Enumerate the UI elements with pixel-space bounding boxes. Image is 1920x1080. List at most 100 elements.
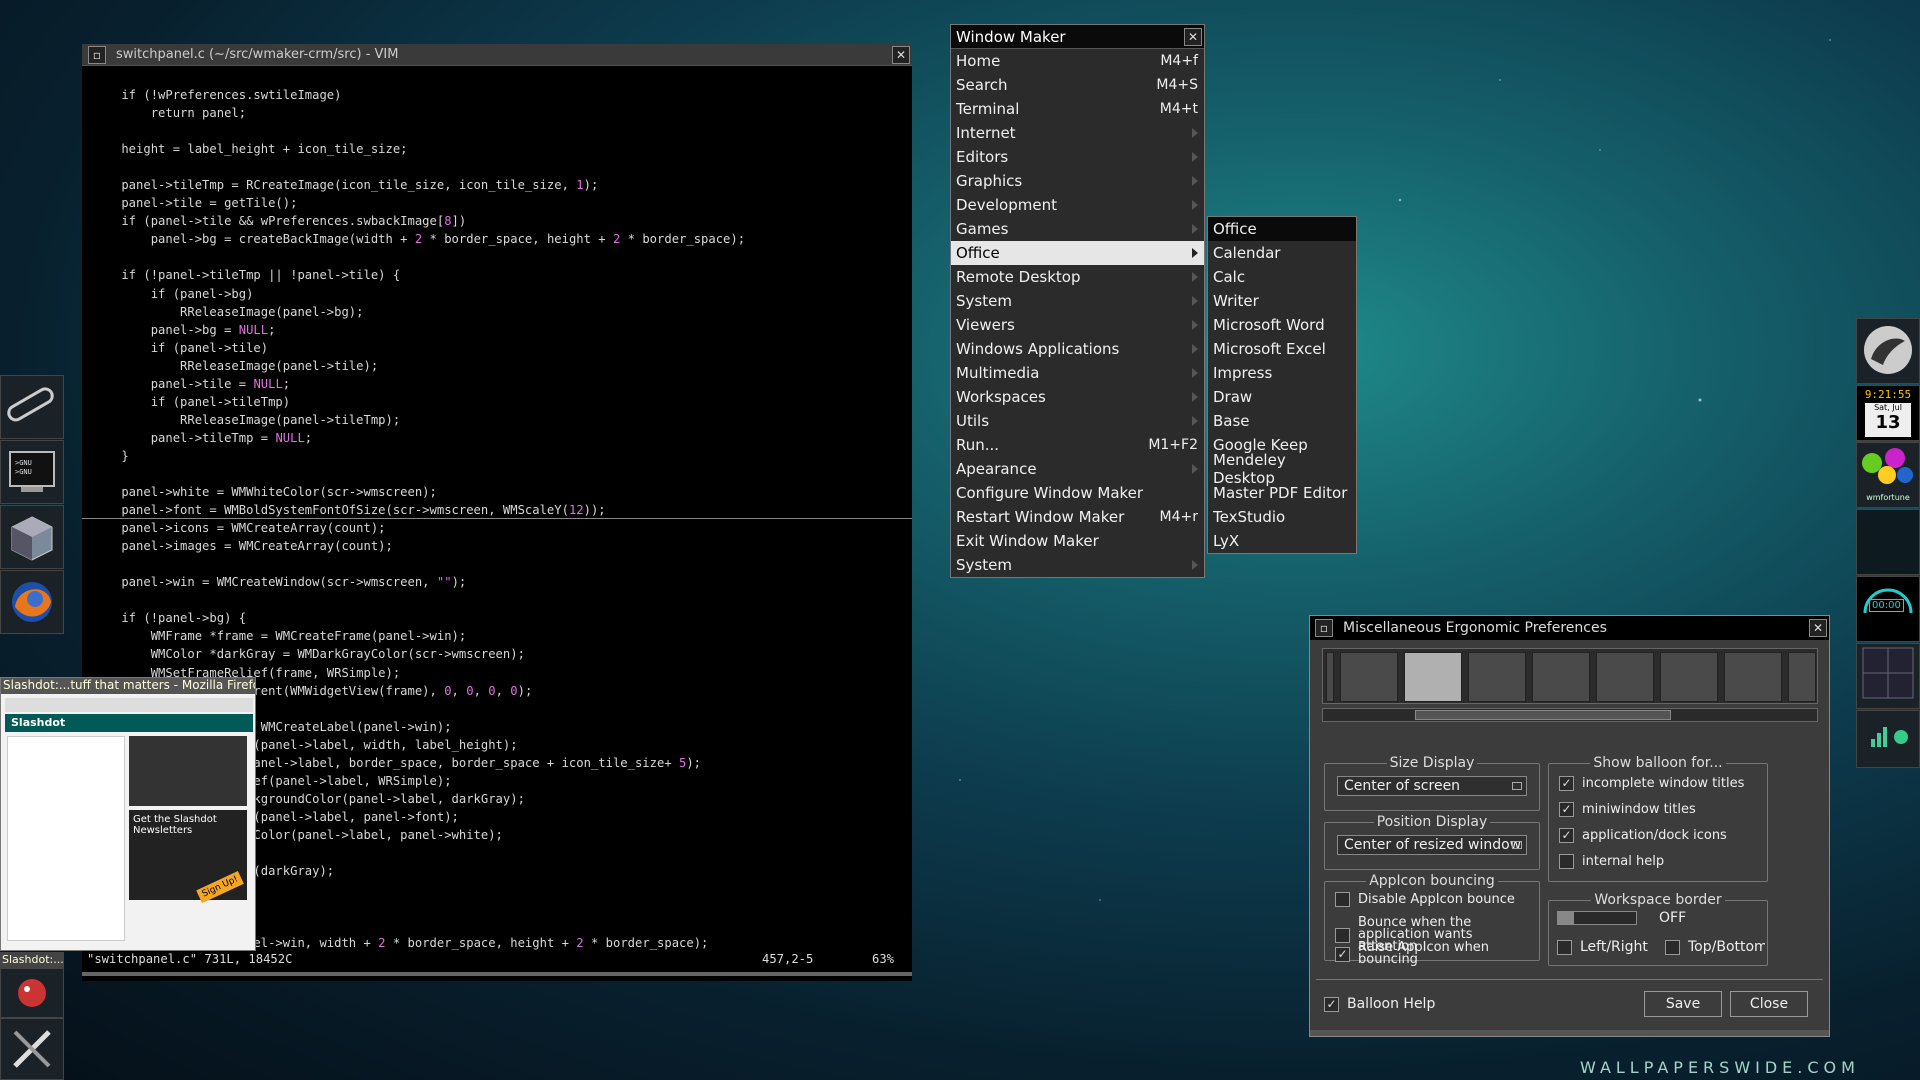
submenu-item-mendeley-desktop[interactable]: Mendeley Desktop bbox=[1208, 451, 1356, 487]
firefox-miniwindow[interactable]: Slashdot:...tuff that matters - Mozilla … bbox=[0, 677, 256, 951]
slider-knob[interactable] bbox=[1558, 912, 1574, 924]
dock-timer[interactable]: 00:00 bbox=[1856, 576, 1920, 642]
menu-item-utils[interactable]: Utils bbox=[951, 409, 1204, 433]
icon-scrollbar[interactable] bbox=[1322, 708, 1818, 722]
checkbox-box[interactable] bbox=[1559, 854, 1574, 869]
submenu-item-calendar[interactable]: Calendar bbox=[1208, 241, 1356, 265]
option-checkbox[interactable]: ✓ incomplete window titles bbox=[1559, 776, 1762, 791]
checkbox-box[interactable] bbox=[1335, 927, 1350, 943]
checkbox-box[interactable]: ✓ bbox=[1335, 946, 1350, 962]
option-checkbox[interactable]: ✓ application/dock icons bbox=[1559, 828, 1762, 843]
dock-mascot[interactable] bbox=[0, 968, 64, 1018]
vim-titlebar[interactable]: ▫ switchpanel.c (~/src/wmaker-crm/src) -… bbox=[82, 44, 912, 66]
checkbox-box[interactable]: ✓ bbox=[1324, 996, 1339, 1012]
dock-blank[interactable] bbox=[1856, 509, 1920, 575]
submenu-item-base[interactable]: Base bbox=[1208, 409, 1356, 433]
prefs-icon-strip[interactable] bbox=[1322, 648, 1818, 704]
dock-clip[interactable] bbox=[0, 375, 64, 439]
submenu-item-lyx[interactable]: LyX bbox=[1208, 529, 1356, 553]
checkbox-box[interactable] bbox=[1335, 892, 1350, 907]
prefs-titlebar[interactable]: ▫ Miscellaneous Ergonomic Preferences ✕ bbox=[1310, 616, 1829, 640]
office-submenu[interactable]: Office Calendar Calc Writer Microsoft Word M… bbox=[1207, 216, 1357, 554]
checkbox-box[interactable] bbox=[1665, 939, 1680, 955]
scrollbar-thumb[interactable] bbox=[1415, 710, 1671, 720]
menu-item-editors[interactable]: Editors bbox=[951, 145, 1204, 169]
option-checkbox[interactable]: ✓ miniwindow titles bbox=[1559, 802, 1762, 817]
top-bottom-label: Top/Bottom bbox=[1688, 939, 1765, 955]
miniaturize-button[interactable]: ▫ bbox=[88, 45, 106, 64]
section-icon-applications[interactable] bbox=[1724, 652, 1782, 702]
section-icon-icons[interactable] bbox=[1468, 652, 1526, 702]
section-icon-menu[interactable] bbox=[1596, 652, 1654, 702]
submenu-item-microsoft-excel[interactable]: Microsoft Excel bbox=[1208, 337, 1356, 361]
menu-item-run[interactable]: Run... M1+F2 bbox=[951, 433, 1204, 457]
menu-item-internet[interactable]: Internet bbox=[951, 121, 1204, 145]
dock-cube[interactable] bbox=[0, 505, 64, 569]
dock-pager[interactable] bbox=[1856, 643, 1920, 709]
submenu-item-writer[interactable]: Writer bbox=[1208, 289, 1356, 313]
dock-clock[interactable]: 9:21:55 Sat, Jul 13 bbox=[1856, 385, 1920, 441]
menu-item-home[interactable]: Home M4+f bbox=[951, 49, 1204, 73]
dock-wmaker[interactable] bbox=[1856, 318, 1920, 384]
close-button[interactable]: ✕ bbox=[892, 46, 910, 64]
size-display-select[interactable]: Center of screen bbox=[1337, 776, 1527, 796]
menu-item-remote-desktop[interactable]: Remote Desktop bbox=[951, 265, 1204, 289]
menu-close-button[interactable]: ✕ bbox=[1184, 28, 1202, 46]
section-icon-edge[interactable] bbox=[1326, 652, 1334, 702]
submenu-item-impress[interactable]: Impress bbox=[1208, 361, 1356, 385]
menu-item-office[interactable]: Office bbox=[951, 241, 1204, 265]
checkbox-box[interactable] bbox=[1557, 939, 1572, 955]
menu-title[interactable]: Window Maker ✕ bbox=[951, 25, 1204, 49]
menu-item-configure-window-maker[interactable]: Configure Window Maker bbox=[951, 481, 1204, 505]
close-button[interactable]: Close bbox=[1730, 991, 1808, 1017]
menu-item-exit-window-maker[interactable]: Exit Window Maker bbox=[951, 529, 1204, 553]
section-icon-sound[interactable] bbox=[1660, 652, 1718, 702]
menu-item-graphics[interactable]: Graphics bbox=[951, 169, 1204, 193]
option-checkbox[interactable]: ✓ Raise AppIcon when bouncing bbox=[1335, 941, 1533, 966]
option-checkbox[interactable]: internal help bbox=[1559, 854, 1762, 869]
section-icon-keyboard[interactable] bbox=[1788, 652, 1816, 702]
prefs-close-button[interactable]: ✕ bbox=[1809, 619, 1827, 637]
checkbox-box[interactable]: ✓ bbox=[1559, 776, 1574, 791]
submenu-item-microsoft-word[interactable]: Microsoft Word bbox=[1208, 313, 1356, 337]
option-checkbox[interactable]: Disable AppIcon bounce bbox=[1335, 892, 1533, 907]
dock-firefox[interactable] bbox=[0, 570, 64, 634]
submenu-title[interactable]: Office bbox=[1208, 217, 1356, 241]
root-menu[interactable]: Window Maker ✕ Home M4+f Search M4+S Termina… bbox=[950, 24, 1205, 578]
dock-tools[interactable] bbox=[0, 1018, 64, 1080]
menu-item-terminal[interactable]: Terminal M4+t bbox=[951, 97, 1204, 121]
submenu-item-calc[interactable]: Calc bbox=[1208, 265, 1356, 289]
dock-terminal[interactable]: >GNU >GNU bbox=[0, 440, 64, 504]
menu-item-viewers[interactable]: Viewers bbox=[951, 313, 1204, 337]
menu-item-search[interactable]: Search M4+S bbox=[951, 73, 1204, 97]
position-display-select[interactable]: Center of resized window bbox=[1337, 835, 1527, 855]
menu-item-games[interactable]: Games bbox=[951, 217, 1204, 241]
section-icon-appearance[interactable] bbox=[1532, 652, 1590, 702]
submenu-item-master-pdf-editor[interactable]: Master PDF Editor bbox=[1208, 481, 1356, 505]
checkbox-box[interactable]: ✓ bbox=[1559, 802, 1574, 817]
left-right-checkbox[interactable]: Left/Right bbox=[1557, 939, 1648, 955]
prefs-resizebar[interactable] bbox=[1310, 1030, 1829, 1036]
menu-item-apearance[interactable]: Apearance bbox=[951, 457, 1204, 481]
submenu-item-draw[interactable]: Draw bbox=[1208, 385, 1356, 409]
menu-item-system[interactable]: System bbox=[951, 289, 1204, 313]
submenu-item-texstudio[interactable]: TexStudio bbox=[1208, 505, 1356, 529]
menu-item-development[interactable]: Development bbox=[951, 193, 1204, 217]
section-icon-windows[interactable] bbox=[1340, 652, 1398, 702]
dock-netmon[interactable] bbox=[1856, 710, 1920, 768]
border-slider[interactable] bbox=[1557, 911, 1637, 925]
section-icon-ergonomic[interactable] bbox=[1404, 652, 1462, 702]
miniaturize-button[interactable]: ▫ bbox=[1315, 619, 1333, 637]
dock-wmfortune[interactable]: wmfortune bbox=[1856, 442, 1920, 508]
checkbox-box[interactable]: ✓ bbox=[1559, 828, 1574, 843]
prefs-window[interactable]: ▫ Miscellaneous Ergonomic Preferences ✕ … bbox=[1309, 615, 1830, 1037]
balloon-help-checkbox[interactable]: ✓ Balloon Help bbox=[1324, 996, 1435, 1012]
menu-item-workspaces[interactable]: Workspaces bbox=[951, 385, 1204, 409]
menu-item-restart-window-maker[interactable]: Restart Window Maker M4+r bbox=[951, 505, 1204, 529]
menu-item-system[interactable]: System bbox=[951, 553, 1204, 577]
top-bottom-checkbox[interactable]: Top/Bottom bbox=[1665, 939, 1765, 955]
menu-item-windows-applications[interactable]: Windows Applications bbox=[951, 337, 1204, 361]
vim-resizebar[interactable] bbox=[82, 972, 912, 976]
menu-item-multimedia[interactable]: Multimedia bbox=[951, 361, 1204, 385]
save-button[interactable]: Save bbox=[1644, 991, 1722, 1017]
